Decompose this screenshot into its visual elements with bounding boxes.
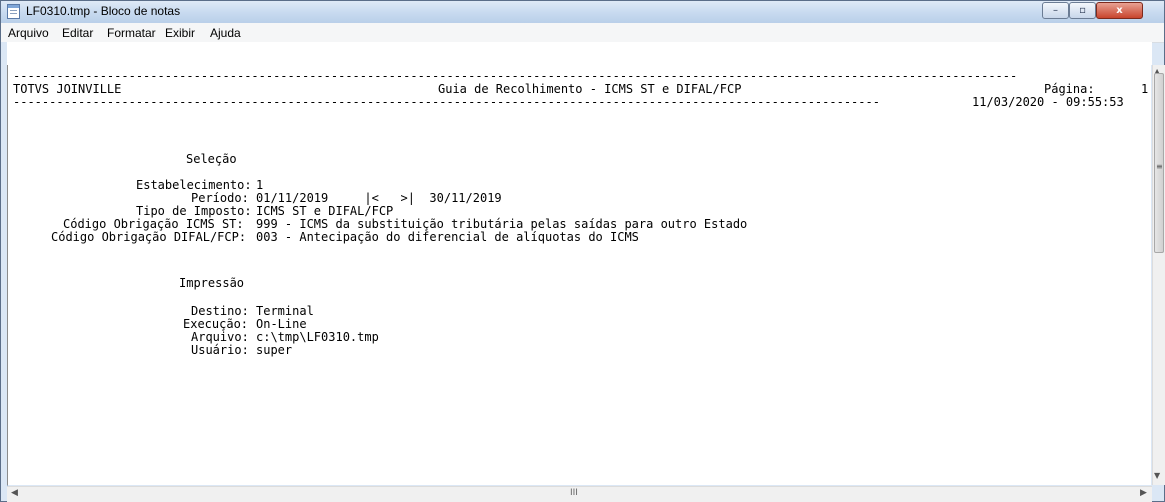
close-icon: x <box>1116 5 1123 16</box>
vertical-scroll-thumb[interactable]: ≡ <box>1154 73 1164 253</box>
vertical-scrollbar[interactable]: ▲ ≡ ▼ <box>1152 65 1165 485</box>
rule-bottom: ----------------------------------------… <box>13 95 880 109</box>
thumb-grip-icon: ≡ <box>1156 162 1163 171</box>
report-datetime: 11/03/2020 - 09:55:53 <box>972 95 1124 109</box>
text-area[interactable] <box>7 65 1151 485</box>
page-number: 1 <box>1141 82 1149 96</box>
maximize-button[interactable]: ▫ <box>1069 2 1096 19</box>
scroll-left-icon[interactable]: ◀ <box>11 488 18 498</box>
minimize-button[interactable]: – <box>1042 2 1069 19</box>
title-bar[interactable]: LF0310.tmp - Bloco de notas – ▫ x <box>1 1 1164 23</box>
selection-header: Seleção <box>186 152 237 166</box>
notepad-icon <box>7 4 20 19</box>
horizontal-scrollbar[interactable]: ◀ III ▶ <box>7 486 1152 502</box>
scroll-right-icon[interactable]: ▶ <box>1140 488 1147 498</box>
text-area-top[interactable] <box>7 42 1152 65</box>
close-button[interactable]: x <box>1096 2 1143 19</box>
horizontal-thumb-grip[interactable]: III <box>570 488 578 498</box>
printing-header: Impressão <box>179 276 245 290</box>
value-usuario: super <box>256 343 293 357</box>
menu-ajuda[interactable]: Ajuda <box>210 26 241 40</box>
window-title: LF0310.tmp - Bloco de notas <box>26 4 181 18</box>
menu-formatar[interactable]: Formatar <box>107 26 156 40</box>
notepad-window: LF0310.tmp - Bloco de notas – ▫ x Arquiv… <box>0 0 1165 502</box>
menu-editar[interactable]: Editar <box>62 26 93 40</box>
value-codigo-difal: 003 - Antecipação do diferencial de alíq… <box>256 230 639 244</box>
maximize-icon: ▫ <box>1079 5 1086 16</box>
scroll-down-icon[interactable]: ▼ <box>1154 471 1160 480</box>
label-usuario: Usuário: <box>191 343 249 357</box>
menu-exibir[interactable]: Exibir <box>165 26 195 40</box>
minimize-icon: – <box>1053 5 1058 16</box>
menu-bar: Arquivo Editar Formatar Exibir Ajuda <box>1 23 1164 43</box>
menu-arquivo[interactable]: Arquivo <box>8 26 49 40</box>
label-codigo-difal: Código Obrigação DIFAL/FCP: <box>51 230 247 244</box>
